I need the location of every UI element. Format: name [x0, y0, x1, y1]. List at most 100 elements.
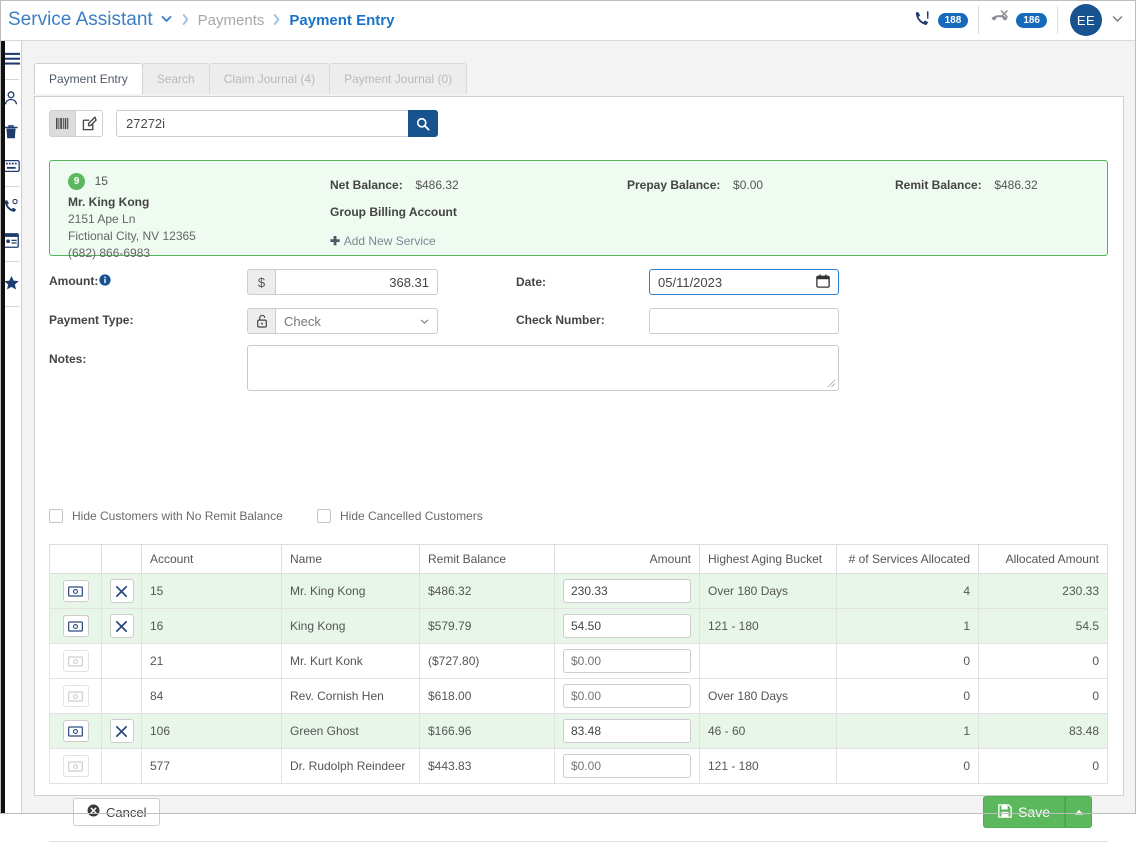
cell-services-allocated: 0 — [836, 678, 979, 714]
search-input[interactable] — [116, 110, 408, 137]
search-button[interactable] — [408, 110, 438, 137]
date-input[interactable]: 05/11/2023 — [649, 269, 839, 295]
notes-textarea[interactable] — [247, 345, 839, 391]
hide-no-remit-checkbox-row[interactable]: Hide Customers with No Remit Balance — [49, 509, 283, 523]
cell-allocated-amount: 54.5 — [978, 608, 1108, 644]
cancel-label: Cancel — [106, 804, 147, 820]
cell-allocated-amount: 83.48 — [978, 713, 1108, 749]
allocate-button[interactable] — [62, 580, 89, 602]
table-row[interactable]: 106Green Ghost$166.96 46 - 60183.48 — [49, 713, 1108, 749]
save-button-group: Save — [983, 796, 1092, 828]
id-card-icon — [3, 233, 19, 251]
col-name[interactable]: Name — [281, 544, 420, 574]
col-highest-aging-bucket[interactable]: Highest Aging Bucket — [699, 544, 837, 574]
date-value: 05/11/2023 — [658, 274, 723, 290]
check-number-input[interactable] — [649, 308, 839, 334]
allocate-button[interactable] — [62, 685, 89, 707]
remove-row-button[interactable] — [109, 579, 134, 603]
table-row[interactable]: 15Mr. King Kong$486.32 Over 180 Days4230.… — [49, 573, 1108, 609]
customer-account-line: 9 15 — [68, 173, 196, 191]
cell-account: 106 — [141, 713, 282, 749]
barcode-mode-button[interactable] — [49, 110, 76, 137]
cell-remove — [101, 573, 142, 609]
phone-alert-badge: 188 — [937, 12, 969, 28]
payment-type-label: Payment Type: — [49, 313, 134, 327]
remit-balance-label: Remit Balance: — [895, 178, 982, 192]
cell-remit-balance: $486.32 — [419, 573, 555, 609]
prepay-balance-value: $0.00 — [733, 178, 764, 192]
prepay-balance-label: Prepay Balance: — [627, 178, 721, 192]
remove-row-button[interactable] — [109, 614, 134, 638]
amount-info-icon[interactable] — [99, 274, 111, 289]
manual-entry-mode-button[interactable] — [76, 110, 103, 137]
input-mode-toggle-group — [49, 110, 103, 137]
row-amount-input[interactable] — [563, 649, 691, 673]
resize-grip-icon[interactable] — [827, 379, 837, 389]
calendar-icon[interactable] — [816, 274, 830, 291]
avatar-chevron-down-icon[interactable] — [1111, 12, 1124, 28]
cell-services-allocated: 0 — [836, 748, 979, 784]
customer-identity: 9 15 Mr. King Kong 2151 Ape Ln Fictional… — [68, 173, 196, 260]
row-amount-input[interactable] — [563, 719, 691, 743]
hide-no-remit-checkbox[interactable] — [49, 509, 63, 523]
phone-alert-icon[interactable] — [913, 9, 932, 31]
app-brand[interactable]: Service Assistant — [8, 9, 153, 31]
allocation-table-body: 15Mr. King Kong$486.32Over 180 Days4230.… — [49, 573, 1108, 784]
allocate-button[interactable] — [62, 615, 89, 637]
tab-payment-entry[interactable]: Payment Entry — [34, 63, 143, 94]
cell-remit-balance: $443.83 — [419, 748, 555, 784]
cell-aging-bucket: 121 - 180 — [699, 608, 837, 644]
breadcrumb-payment-entry[interactable]: Payment Entry — [289, 12, 394, 29]
cell-remove — [101, 713, 142, 749]
cancel-button[interactable]: Cancel — [73, 798, 161, 826]
hide-cancelled-checkbox-row[interactable]: Hide Cancelled Customers — [317, 509, 483, 523]
money-bill-icon — [68, 760, 83, 772]
save-button[interactable]: Save — [983, 796, 1065, 828]
row-amount-input[interactable] — [563, 614, 691, 638]
table-row[interactable]: 16King Kong$579.79 121 - 180154.5 — [49, 608, 1108, 644]
avatar[interactable]: EE — [1070, 4, 1102, 36]
cell-account: 15 — [141, 573, 282, 609]
phone-alert-group[interactable]: 188 — [903, 6, 980, 34]
net-balance-block: Net Balance: $486.32 — [330, 177, 459, 192]
remove-icon — [115, 725, 128, 737]
top-bar-actions: 188 186 EE — [903, 0, 1136, 41]
col-remit-balance[interactable]: Remit Balance — [419, 544, 555, 574]
table-row[interactable]: 577Dr. Rudolph Reindeer$443.83121 - 1800… — [49, 748, 1108, 784]
missed-call-icon[interactable] — [989, 9, 1010, 31]
breadcrumb-payments[interactable]: Payments — [198, 12, 265, 29]
missed-call-group[interactable]: 186 — [979, 6, 1058, 34]
cell-aging-bucket: Over 180 Days — [699, 573, 837, 609]
cell-remit-balance: $618.00 — [419, 678, 555, 714]
allocate-button[interactable] — [62, 650, 89, 672]
add-new-service-link[interactable]: ✚ Add New Service — [330, 233, 436, 248]
row-amount-input[interactable] — [563, 754, 691, 778]
notes-label: Notes: — [49, 352, 87, 366]
col-amount[interactable]: Amount — [554, 544, 700, 574]
allocate-button[interactable] — [62, 755, 89, 777]
row-amount-input[interactable] — [563, 684, 691, 708]
payment-type-select[interactable]: Check — [275, 308, 438, 334]
col-account[interactable]: Account — [141, 544, 282, 574]
tab-claim-journal[interactable]: Claim Journal (4) — [208, 63, 331, 94]
table-row[interactable]: 21Mr. Kurt Konk($727.80) 00 — [49, 643, 1108, 679]
tab-search[interactable]: Search — [141, 63, 210, 94]
tab-payment-journal[interactable]: Payment Journal (0) — [329, 63, 468, 94]
allocate-button[interactable] — [62, 720, 89, 742]
breadcrumb-separator-icon — [181, 13, 190, 28]
remove-icon — [115, 620, 128, 632]
cell-account: 16 — [141, 608, 282, 644]
remove-row-button[interactable] — [109, 719, 134, 743]
unlock-icon[interactable] — [247, 308, 275, 334]
hide-cancelled-checkbox[interactable] — [317, 509, 331, 523]
col-allocated-amount[interactable]: Allocated Amount — [978, 544, 1108, 574]
table-row[interactable]: 84Rev. Cornish Hen$618.00Over 180 Days00 — [49, 678, 1108, 714]
col-services-allocated[interactable]: # of Services Allocated — [836, 544, 979, 574]
amount-input[interactable] — [275, 269, 438, 295]
save-options-button[interactable] — [1065, 796, 1092, 828]
remit-balance-value: $486.32 — [994, 178, 1038, 192]
brand-chevron-down-icon[interactable] — [160, 12, 173, 28]
customer-account-number: 15 — [94, 174, 108, 188]
cell-amount — [554, 643, 700, 679]
row-amount-input[interactable] — [563, 579, 691, 603]
